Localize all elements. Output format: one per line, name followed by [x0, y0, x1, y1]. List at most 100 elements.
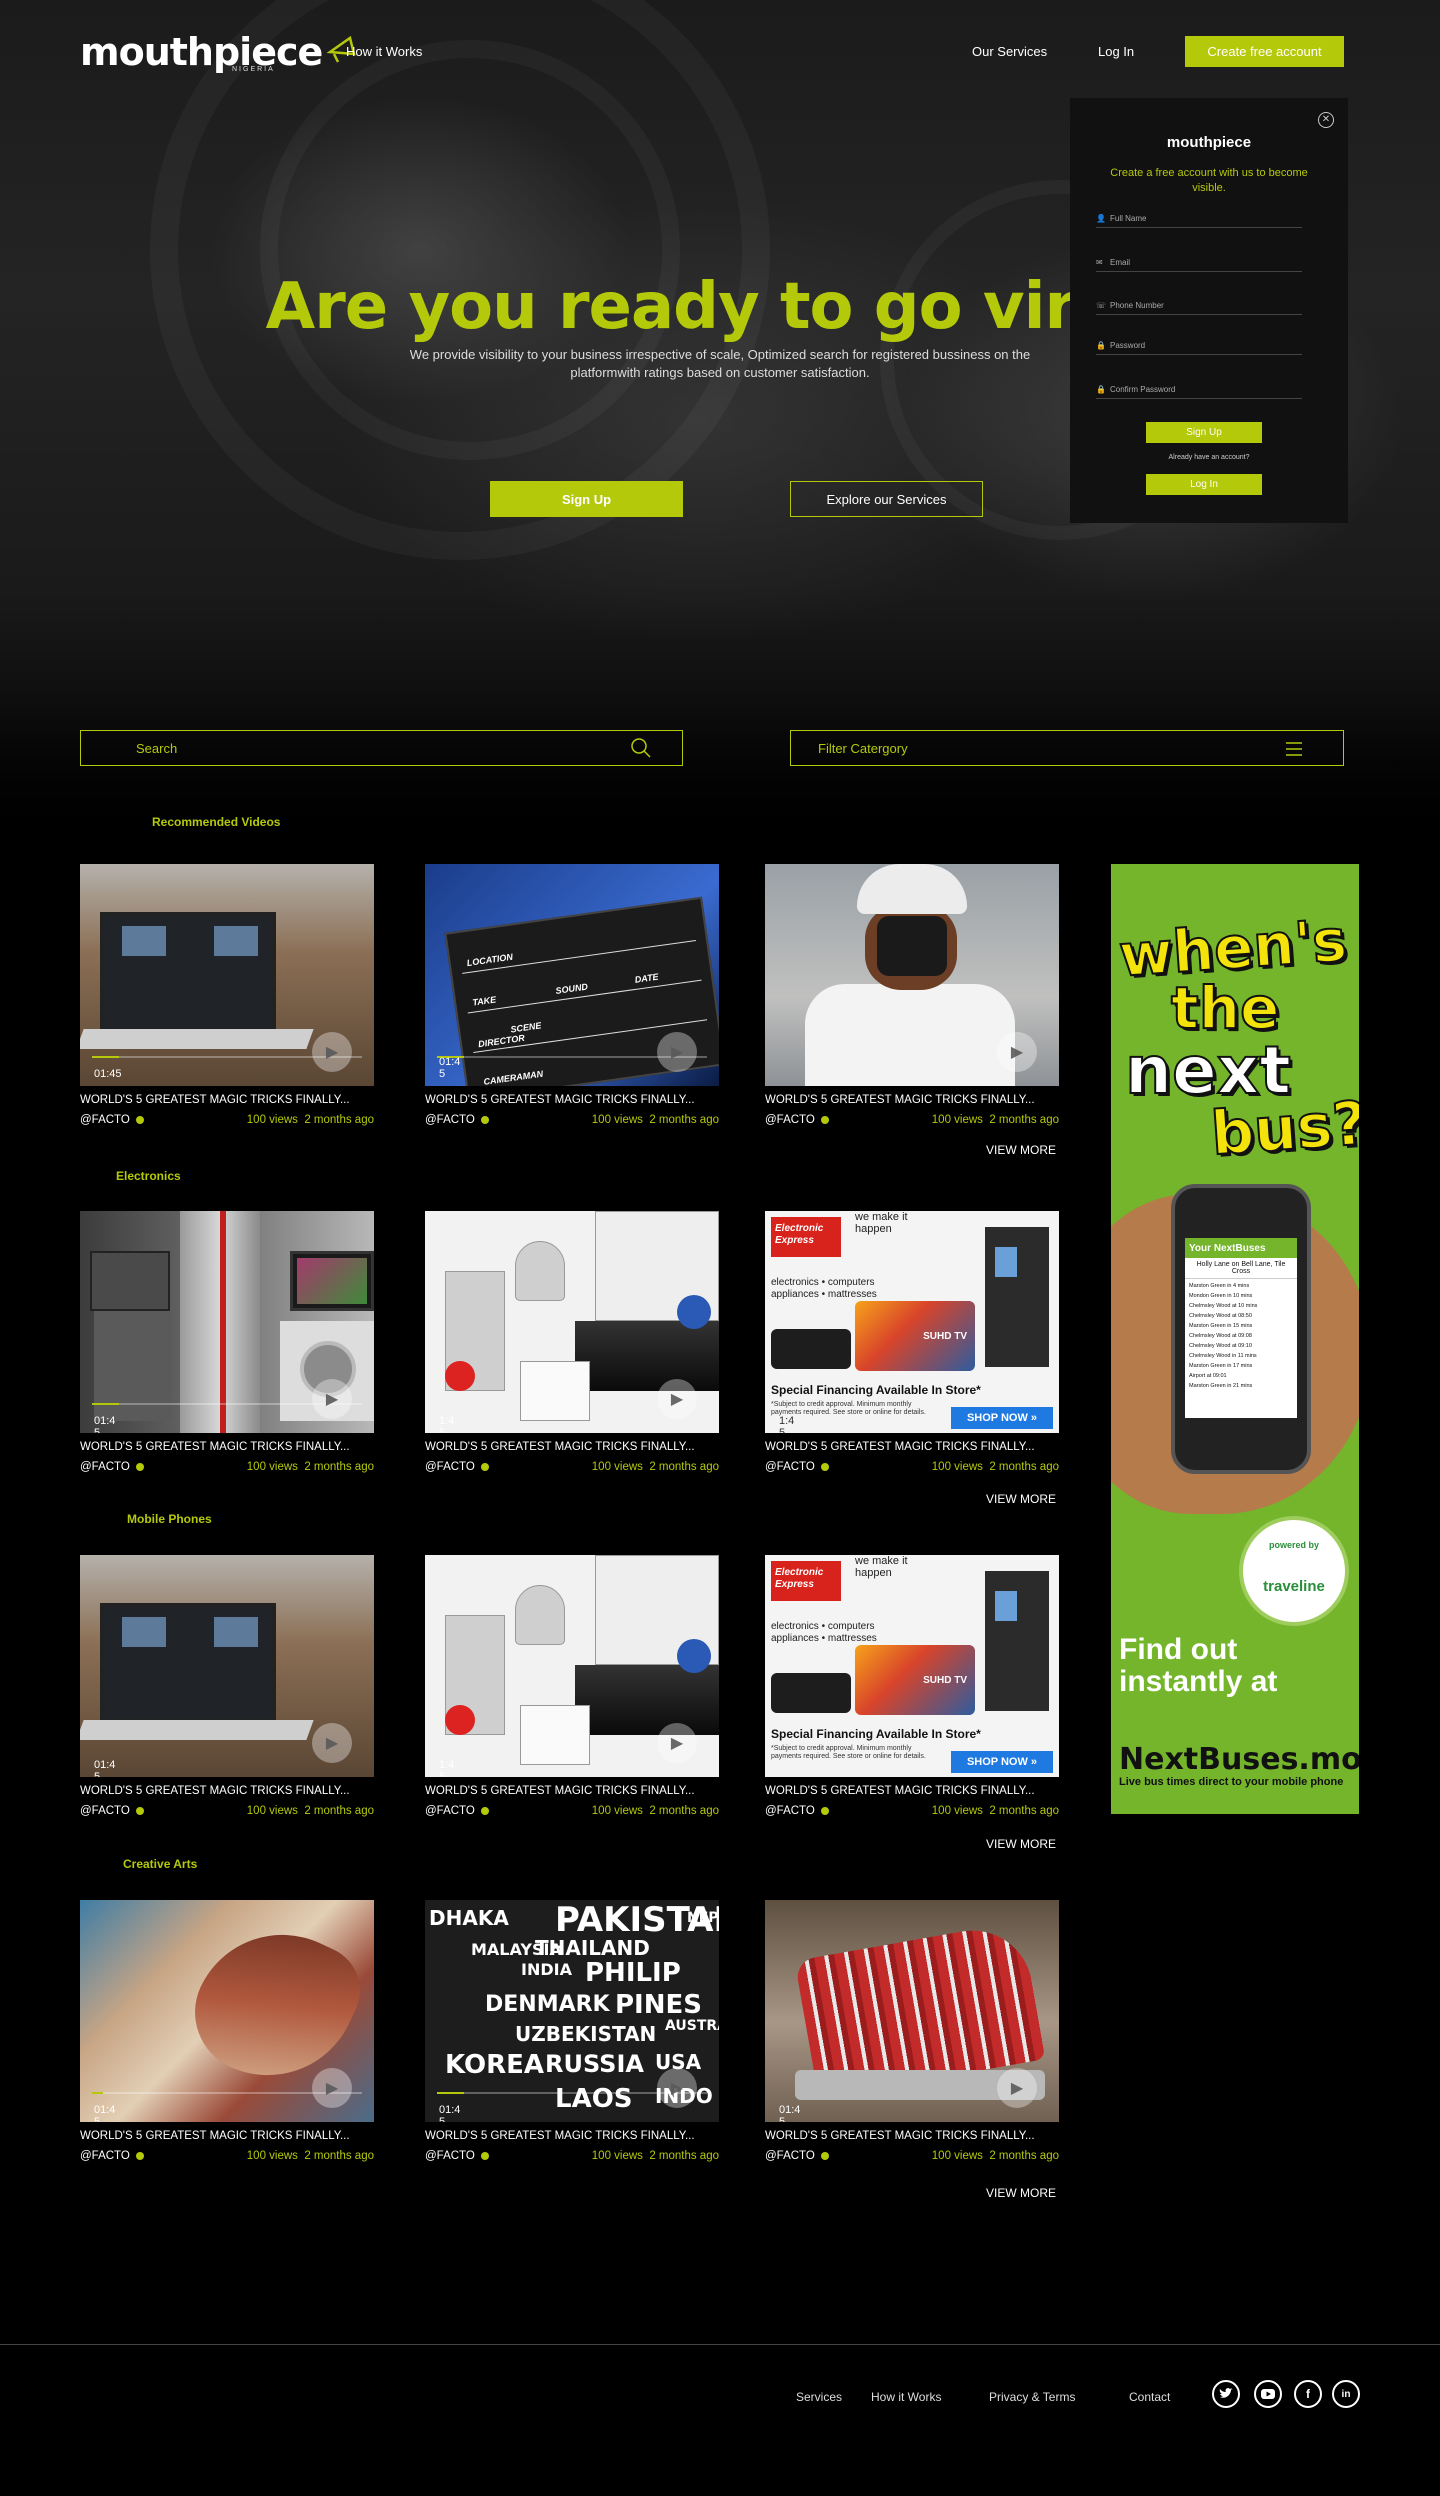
- departure-row: Chelmsley Wood at 08:50: [1189, 1313, 1252, 1319]
- nav-how-it-works[interactable]: How it Works: [346, 44, 422, 59]
- video-title[interactable]: WORLD'S 5 GREATEST MAGIC TRICKS FINALLY.…: [80, 2130, 374, 2142]
- facebook-icon[interactable]: f: [1294, 2380, 1322, 2408]
- channel-name[interactable]: @FACTO: [765, 1461, 829, 1473]
- channel-name[interactable]: @FACTO: [80, 1461, 144, 1473]
- menu-icon[interactable]: [1285, 741, 1303, 757]
- explore-services-button[interactable]: Explore our Services: [790, 481, 983, 517]
- video-thumbnail[interactable]: Electronic Express we make it happen ele…: [765, 1555, 1059, 1777]
- channel-name[interactable]: @FACTO: [765, 1805, 829, 1817]
- confirm-password-placeholder: Confirm Password: [1110, 385, 1176, 394]
- video-card[interactable]: LOCATION TAKE SOUND DATE SCENE DIRECTOR …: [425, 864, 719, 1126]
- shop-now-button[interactable]: SHOP NOW »: [951, 1751, 1053, 1773]
- video-card[interactable]: 01:4 5 ▶ WORLD'S 5 GREATEST MAGIC TRICKS…: [80, 1211, 374, 1473]
- channel-name[interactable]: @FACTO: [80, 1805, 144, 1817]
- search-input[interactable]: Search: [80, 730, 683, 766]
- channel-name[interactable]: @FACTO: [425, 1805, 489, 1817]
- video-title[interactable]: WORLD'S 5 GREATEST MAGIC TRICKS FINALLY.…: [425, 2130, 719, 2142]
- play-icon[interactable]: ▶: [312, 1723, 352, 1763]
- email-field[interactable]: ✉ Email: [1096, 254, 1302, 272]
- video-thumbnail[interactable]: 01:4 5 ▶: [765, 1900, 1059, 2122]
- shop-now-button[interactable]: SHOP NOW »: [951, 1407, 1053, 1429]
- nav-our-services[interactable]: Our Services: [972, 44, 1047, 59]
- video-card[interactable]: 1:4 5 ▶ WORLD'S 5 GREATEST MAGIC TRICKS …: [425, 1555, 719, 1817]
- video-card[interactable]: Electronic Express we make it happen ele…: [765, 1555, 1059, 1817]
- play-icon[interactable]: ▶: [312, 2068, 352, 2108]
- video-thumbnail[interactable]: ▶: [765, 864, 1059, 1086]
- logo[interactable]: mouthpiece: [80, 30, 360, 74]
- play-icon[interactable]: ▶: [312, 1032, 352, 1072]
- video-title[interactable]: WORLD'S 5 GREATEST MAGIC TRICKS FINALLY.…: [80, 1441, 374, 1453]
- play-icon[interactable]: ▶: [312, 1379, 352, 1419]
- video-thumbnail[interactable]: PAKISTAN THAILAND INDIA PHILIP DENMARK P…: [425, 1900, 719, 2122]
- video-title[interactable]: WORLD'S 5 GREATEST MAGIC TRICKS FINALLY.…: [425, 1441, 719, 1453]
- footer-how-it-works-link[interactable]: How it Works: [871, 2390, 941, 2404]
- video-thumbnail[interactable]: 1:4 5 ▶: [425, 1211, 719, 1433]
- nextbuses-ad-banner[interactable]: when's the next bus? Your NextBuses Holl…: [1111, 864, 1359, 1814]
- footer-privacy-link[interactable]: Privacy & Terms: [989, 2390, 1075, 2404]
- nav-login[interactable]: Log In: [1098, 44, 1134, 59]
- play-icon[interactable]: ▶: [997, 1032, 1037, 1072]
- play-icon[interactable]: ▶: [657, 1723, 697, 1763]
- channel-name[interactable]: @FACTO: [80, 2150, 144, 2162]
- password-field[interactable]: 🔒 Password: [1096, 337, 1302, 355]
- video-card[interactable]: 01:4 5 ▶ WORLD'S 5 GREATEST MAGIC TRICKS…: [765, 1900, 1059, 2162]
- progress-fill: [92, 1403, 119, 1405]
- close-icon[interactable]: ✕: [1318, 112, 1334, 128]
- full-name-field[interactable]: 👤 Full Name: [1096, 210, 1302, 228]
- view-more-link[interactable]: VIEW MORE: [986, 1492, 1056, 1506]
- upload-age: 2 months ago: [649, 2150, 719, 2162]
- video-thumbnail[interactable]: 01:4 5 ▶: [80, 1211, 374, 1433]
- confirm-password-field[interactable]: 🔒 Confirm Password: [1096, 381, 1302, 399]
- filter-category-select[interactable]: Filter Catergory: [790, 730, 1344, 766]
- video-title[interactable]: WORLD'S 5 GREATEST MAGIC TRICKS FINALLY.…: [765, 2130, 1059, 2142]
- laptop-base: [80, 1720, 314, 1740]
- channel-name[interactable]: @FACTO: [425, 2150, 489, 2162]
- video-card[interactable]: ▶ WORLD'S 5 GREATEST MAGIC TRICKS FINALL…: [765, 864, 1059, 1126]
- play-icon[interactable]: ▶: [657, 1032, 697, 1072]
- video-title[interactable]: WORLD'S 5 GREATEST MAGIC TRICKS FINALLY.…: [765, 1441, 1059, 1453]
- video-thumbnail[interactable]: LOCATION TAKE SOUND DATE SCENE DIRECTOR …: [425, 864, 719, 1086]
- video-stats: 100 views 2 months ago: [247, 1805, 374, 1817]
- channel-name[interactable]: @FACTO: [425, 1114, 489, 1126]
- video-title[interactable]: WORLD'S 5 GREATEST MAGIC TRICKS FINALLY.…: [765, 1785, 1059, 1797]
- video-thumbnail[interactable]: Electronic Express we make it happen ele…: [765, 1211, 1059, 1433]
- panel-signup-button[interactable]: Sign Up: [1146, 422, 1262, 443]
- video-card[interactable]: Electronic Express we make it happen ele…: [765, 1211, 1059, 1473]
- clapper-label: DIRECTOR: [477, 1032, 526, 1050]
- phone-field[interactable]: ☏ Phone Number: [1096, 297, 1302, 315]
- video-thumbnail[interactable]: 01:4 5 ▶: [80, 1900, 374, 2122]
- footer-services-link[interactable]: Services: [796, 2390, 842, 2404]
- create-account-button[interactable]: Create free account: [1185, 36, 1344, 67]
- footer-contact-link[interactable]: Contact: [1129, 2390, 1170, 2404]
- video-title[interactable]: WORLD'S 5 GREATEST MAGIC TRICKS FINALLY.…: [80, 1094, 374, 1106]
- video-title[interactable]: WORLD'S 5 GREATEST MAGIC TRICKS FINALLY.…: [425, 1094, 719, 1106]
- video-card[interactable]: 1:4 5 ▶ WORLD'S 5 GREATEST MAGIC TRICKS …: [425, 1211, 719, 1473]
- channel-name[interactable]: @FACTO: [80, 1114, 144, 1126]
- play-icon[interactable]: ▶: [657, 2068, 697, 2108]
- twitter-icon[interactable]: [1212, 2380, 1240, 2408]
- video-thumbnail[interactable]: 01:45 ▶: [80, 864, 374, 1086]
- video-card[interactable]: PAKISTAN THAILAND INDIA PHILIP DENMARK P…: [425, 1900, 719, 2162]
- panel-login-button[interactable]: Log In: [1146, 474, 1262, 495]
- view-more-link[interactable]: VIEW MORE: [986, 1143, 1056, 1157]
- video-title[interactable]: WORLD'S 5 GREATEST MAGIC TRICKS FINALLY.…: [425, 1785, 719, 1797]
- video-card[interactable]: 01:4 5 ▶ WORLD'S 5 GREATEST MAGIC TRICKS…: [80, 1900, 374, 2162]
- play-icon[interactable]: ▶: [657, 1379, 697, 1419]
- youtube-icon[interactable]: [1254, 2380, 1282, 2408]
- video-title[interactable]: WORLD'S 5 GREATEST MAGIC TRICKS FINALLY.…: [80, 1785, 374, 1797]
- view-more-link[interactable]: VIEW MORE: [986, 1837, 1056, 1851]
- channel-name[interactable]: @FACTO: [765, 2150, 829, 2162]
- search-icon[interactable]: [630, 737, 652, 759]
- video-card[interactable]: 01:4 5 ▶ WORLD'S 5 GREATEST MAGIC TRICKS…: [80, 1555, 374, 1817]
- hero-signup-button[interactable]: Sign Up: [490, 481, 683, 517]
- video-title[interactable]: WORLD'S 5 GREATEST MAGIC TRICKS FINALLY.…: [765, 1094, 1059, 1106]
- linkedin-icon[interactable]: in: [1332, 2380, 1360, 2408]
- video-thumbnail[interactable]: 1:4 5 ▶: [425, 1555, 719, 1777]
- play-icon[interactable]: ▶: [997, 2068, 1037, 2108]
- view-more-link[interactable]: VIEW MORE: [986, 2186, 1056, 2200]
- channel-name[interactable]: @FACTO: [765, 1114, 829, 1126]
- ribbon-shape: [220, 1211, 226, 1433]
- video-thumbnail[interactable]: 01:4 5 ▶: [80, 1555, 374, 1777]
- video-card[interactable]: 01:45 ▶ WORLD'S 5 GREATEST MAGIC TRICKS …: [80, 864, 374, 1126]
- channel-name[interactable]: @FACTO: [425, 1461, 489, 1473]
